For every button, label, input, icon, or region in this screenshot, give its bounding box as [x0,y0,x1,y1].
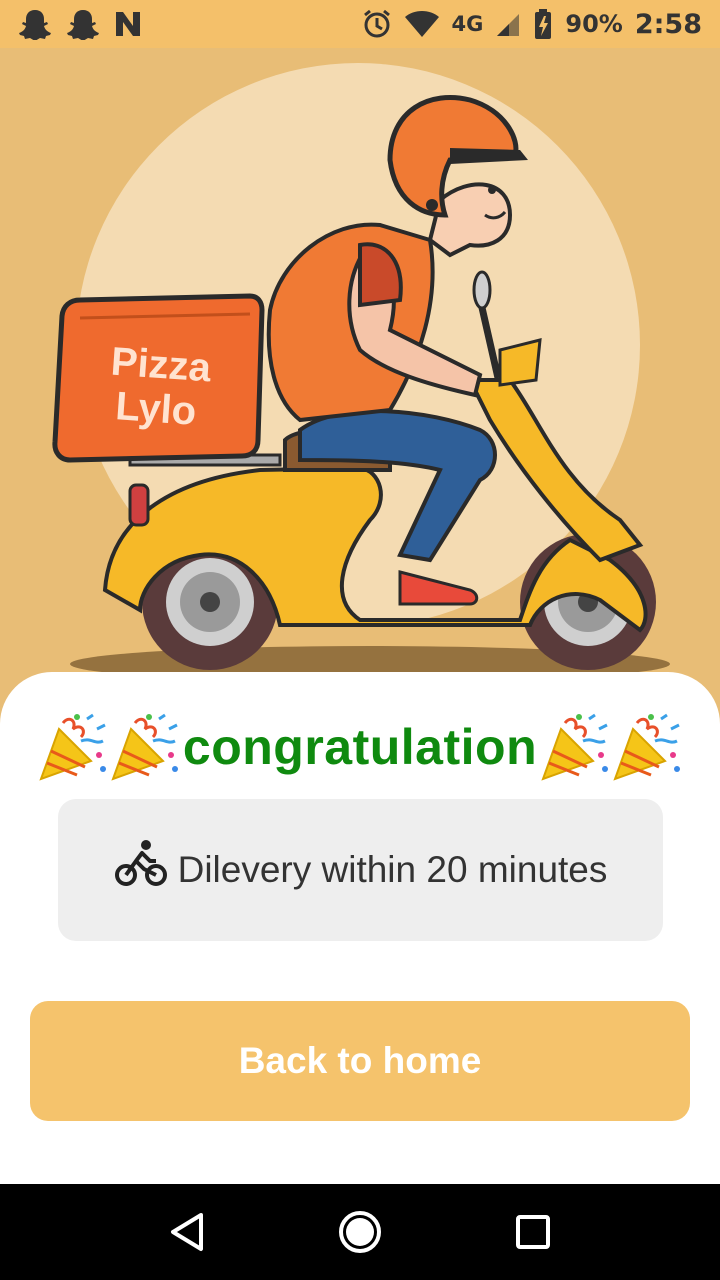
wifi-icon [404,11,439,37]
alarm-icon [363,9,390,38]
delivery-scooter-illustration: Pizza Lylo [52,63,670,682]
party-popper-icon [39,713,106,781]
congratulation-header: congratulation [0,702,720,792]
party-popper-icon [613,713,681,781]
box-text-line2: Lylo [114,384,198,434]
clock: 2:58 [634,8,702,40]
confirmation-card: congratulation Dilevery within 20 minute… [0,672,720,1184]
hero-illustration: Pizza Lylo [0,48,720,728]
back-to-home-label: Back to home [238,1040,482,1081]
snapchat-icon [67,10,99,40]
n-icon [116,12,140,36]
status-bar: 4G 90% 2:58 [0,0,720,48]
home-icon[interactable] [330,1202,390,1262]
status-right-icons: 4G 90% 2:58 [362,8,702,40]
battery-percent: 90% [565,10,623,38]
delivery-time-text: Dilevery within 20 minutes [177,849,608,890]
box-text-line1: Pizza [109,340,213,391]
congratulation-title: congratulation [182,719,538,775]
delivery-info-box: Dilevery within 20 minutes [58,799,663,941]
mirror [472,270,492,310]
signal-icon [497,14,520,36]
pizza-box: Pizza Lylo [52,293,265,463]
snapchat-icon [19,10,51,40]
back-to-home-button[interactable]: Back to home [30,1001,690,1121]
party-popper-icon [541,713,609,781]
network-label: 4G [451,12,484,36]
back-icon[interactable] [157,1202,217,1262]
bicycle-icon [114,840,167,886]
party-popper-icon [111,713,178,781]
status-left-icons [18,8,144,40]
recents-icon[interactable] [503,1202,563,1262]
tail-light [128,483,150,527]
battery-icon [535,9,552,39]
navigation-bar [0,1184,720,1280]
